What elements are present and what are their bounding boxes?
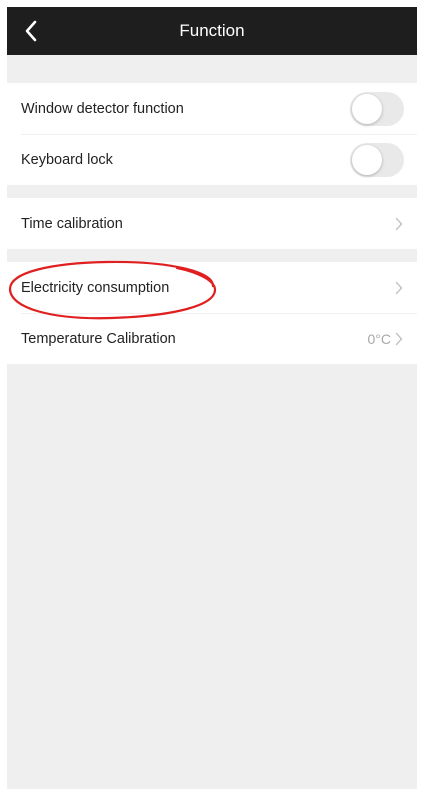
nav-bar: Function bbox=[7, 7, 417, 55]
time-calibration-label: Time calibration bbox=[21, 215, 123, 232]
window-detector-label: Window detector function bbox=[21, 100, 184, 117]
settings-group-energy: Electricity consumption Temperature Cali… bbox=[7, 262, 417, 364]
settings-group-time: Time calibration bbox=[7, 198, 417, 249]
electricity-consumption-label: Electricity consumption bbox=[21, 279, 170, 296]
time-calibration-row[interactable]: Time calibration bbox=[7, 198, 417, 249]
chevron-right-icon bbox=[395, 217, 403, 231]
settings-group-toggles: Window detector function Keyboard lock bbox=[7, 83, 417, 185]
chevron-right-icon bbox=[395, 281, 403, 295]
back-button[interactable] bbox=[15, 15, 47, 47]
chevron-left-icon bbox=[25, 20, 37, 42]
toggle-knob bbox=[352, 93, 382, 124]
window-detector-row: Window detector function bbox=[7, 83, 417, 134]
temperature-calibration-row[interactable]: Temperature Calibration 0°C bbox=[7, 313, 417, 364]
toggle-knob bbox=[352, 144, 382, 175]
temperature-calibration-value: 0°C bbox=[367, 330, 392, 347]
keyboard-lock-label: Keyboard lock bbox=[21, 151, 113, 168]
temperature-calibration-label: Temperature Calibration bbox=[21, 330, 176, 347]
window-detector-toggle[interactable] bbox=[350, 91, 404, 126]
page-title: Function bbox=[179, 21, 245, 40]
keyboard-lock-toggle[interactable] bbox=[350, 142, 404, 177]
chevron-right-icon bbox=[395, 332, 403, 346]
electricity-consumption-row[interactable]: Electricity consumption bbox=[7, 262, 417, 313]
keyboard-lock-row: Keyboard lock bbox=[7, 134, 417, 185]
function-screen: Function Window detector function Keyboa… bbox=[7, 7, 417, 789]
